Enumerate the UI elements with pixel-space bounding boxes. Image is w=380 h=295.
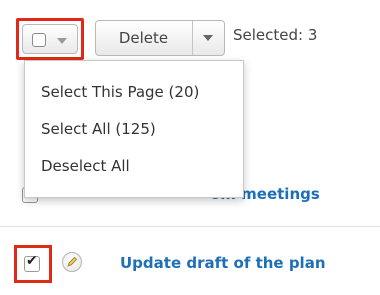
- checkmark-icon: ✔: [26, 253, 38, 269]
- menu-item-select-all[interactable]: Select All (125): [41, 120, 156, 138]
- record-link[interactable]: Update draft of the plan: [120, 254, 326, 272]
- select-all-dropdown[interactable]: [16, 18, 84, 60]
- menu-item-select-this-page[interactable]: Select This Page (20): [41, 83, 199, 101]
- row-divider: [0, 226, 380, 227]
- actions-dropdown-icon[interactable]: [203, 35, 213, 41]
- delete-button[interactable]: Delete: [96, 21, 191, 55]
- select-all-button[interactable]: [22, 24, 78, 54]
- chevron-down-icon[interactable]: [57, 38, 67, 44]
- delete-split-button: Delete: [95, 20, 225, 56]
- pencil-icon[interactable]: [62, 252, 82, 272]
- button-divider: [192, 21, 193, 55]
- selected-count: Selected: 3: [233, 26, 318, 44]
- select-dropdown-menu: Select This Page (20) Select All (125) D…: [24, 60, 244, 198]
- row-checkbox[interactable]: ✔: [24, 253, 40, 272]
- menu-item-deselect-all[interactable]: Deselect All: [41, 157, 130, 175]
- row-checkbox-highlight: ✔: [14, 245, 52, 283]
- select-all-checkbox[interactable]: [32, 33, 46, 47]
- list-item: ✔ Update draft of the plan: [0, 240, 380, 290]
